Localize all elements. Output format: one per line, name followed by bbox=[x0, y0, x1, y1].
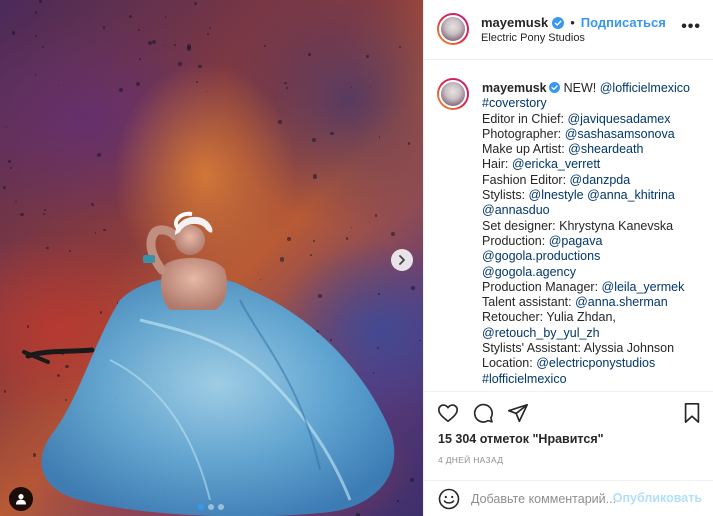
post-media[interactable] bbox=[0, 0, 423, 516]
post-actions: 15 304 отметок "Нравится" 4 дней назад bbox=[424, 391, 713, 465]
paper-plane-icon bbox=[508, 403, 528, 423]
post-comment-button[interactable]: Опубликовать bbox=[613, 491, 702, 505]
caption-text: mayemusk NEW! @lofficielmexico #coverstory… bbox=[482, 81, 707, 387]
post-side-panel: mayemusk • Подписаться Electric Pony Stu… bbox=[423, 0, 713, 516]
mention-link[interactable]: @anna_khitrina bbox=[587, 188, 675, 202]
comment-input[interactable] bbox=[471, 489, 619, 509]
caption-text-segment: Fashion Editor: bbox=[482, 172, 570, 187]
caption-text-segment: Location: bbox=[482, 356, 537, 371]
share-button[interactable] bbox=[506, 401, 530, 425]
likes-count[interactable]: 15 304 отметок "Нравится" bbox=[438, 432, 604, 446]
carousel-dot bbox=[218, 504, 224, 510]
carousel-dot bbox=[198, 504, 204, 510]
mention-link[interactable]: @ericka_verrett bbox=[512, 157, 600, 171]
caption-text-segment: Photographer: bbox=[482, 126, 565, 141]
caption-line: mayemusk NEW! @lofficielmexico bbox=[482, 81, 707, 96]
mention-link[interactable]: @electricponystudios bbox=[536, 356, 655, 370]
mention-link[interactable]: @annasduo bbox=[482, 203, 550, 217]
caption-line: Talent assistant: @anna.sherman bbox=[482, 295, 707, 310]
caption-line: @annasduo bbox=[482, 203, 707, 218]
caption-text-segment: Make up Artist: bbox=[482, 142, 569, 157]
action-icons bbox=[424, 392, 713, 432]
mention-link[interactable]: @gogola.agency bbox=[482, 265, 576, 279]
caption-section: mayemusk NEW! @lofficielmexico #coverstory… bbox=[424, 60, 713, 390]
mention-link[interactable]: @gogola.productions bbox=[482, 249, 600, 263]
user-tags-button[interactable] bbox=[9, 487, 33, 511]
caption-line: Editor in Chief: @javiquesadamex bbox=[482, 112, 707, 127]
carousel-indicator bbox=[198, 504, 224, 510]
caption-text-segment: Production: bbox=[482, 233, 549, 248]
mention-link[interactable]: @pagava bbox=[549, 234, 603, 248]
post-photo bbox=[22, 211, 395, 516]
header-user-row: mayemusk • Подписаться bbox=[481, 15, 666, 30]
location-link[interactable]: Electric Pony Studios bbox=[481, 32, 585, 44]
post-timestamp[interactable]: 4 дней назад bbox=[438, 455, 503, 465]
mention-link[interactable]: @lnestyle bbox=[529, 188, 584, 202]
carousel-dot bbox=[208, 504, 214, 510]
next-slide-button[interactable] bbox=[391, 249, 413, 271]
caption-line: @gogola.agency bbox=[482, 265, 707, 280]
heart-icon bbox=[438, 404, 458, 423]
caption-line: Fashion Editor: @danzpda bbox=[482, 173, 707, 188]
caption-line: @retouch_by_yul_zh bbox=[482, 326, 707, 341]
mention-link[interactable]: @leila_yermek bbox=[602, 280, 685, 294]
save-button[interactable] bbox=[680, 401, 704, 425]
caption-line: Make up Artist: @sheardeath bbox=[482, 142, 707, 157]
caption-text-segment: Set designer: Khrystyna Kanevska bbox=[482, 218, 674, 233]
mention-link[interactable]: @anna.sherman bbox=[575, 295, 668, 309]
caption-line: Stylists: @lnestyle @anna_khitrina bbox=[482, 188, 707, 203]
caption-line: Photographer: @sashasamsonova bbox=[482, 127, 707, 142]
caption-line: @gogola.productions bbox=[482, 249, 707, 264]
caption-line: Production Manager: @leila_yermek bbox=[482, 280, 707, 295]
caption-line: Stylists' Assistant: Alyssia Johnson bbox=[482, 341, 707, 356]
caption-text-segment: NEW! bbox=[563, 81, 600, 95]
caption-text-segment: Retoucher: Yulia Zhdan, bbox=[482, 310, 616, 325]
caption-line: Location: @electricponystudios bbox=[482, 356, 707, 371]
caption-text-segment: Hair: bbox=[482, 157, 512, 172]
header-username[interactable]: mayemusk bbox=[481, 15, 548, 30]
caption-text-segment: Stylists: bbox=[482, 188, 529, 203]
like-button[interactable] bbox=[436, 401, 460, 425]
add-comment-bar: Опубликовать bbox=[424, 480, 713, 516]
bookmark-icon bbox=[684, 403, 700, 423]
caption-avatar[interactable] bbox=[437, 78, 469, 110]
more-options-button[interactable]: ••• bbox=[681, 19, 701, 35]
caption-line: Production: @pagava bbox=[482, 234, 707, 249]
verified-badge-icon bbox=[548, 82, 560, 93]
avatar[interactable] bbox=[437, 13, 469, 45]
mention-link[interactable]: @danzpda bbox=[570, 173, 631, 187]
caption-text-segment: Stylists' Assistant: Alyssia Johnson bbox=[482, 341, 675, 356]
hashtag-link[interactable]: #lofficielmexico bbox=[482, 372, 567, 386]
caption-username[interactable]: mayemusk bbox=[482, 81, 547, 95]
hashtag-link[interactable]: #coverstory bbox=[482, 96, 547, 110]
chevron-right-icon bbox=[399, 255, 405, 265]
caption-line: Hair: @ericka_verrett bbox=[482, 157, 707, 172]
comment-button[interactable] bbox=[471, 401, 495, 425]
header-separator: • bbox=[570, 15, 575, 30]
mention-link[interactable]: @lofficielmexico bbox=[600, 81, 690, 95]
post-header: mayemusk • Подписаться Electric Pony Stu… bbox=[424, 0, 713, 60]
caption-text-segment: Production Manager: bbox=[482, 279, 602, 294]
user-tag-icon bbox=[16, 494, 26, 505]
follow-button[interactable]: Подписаться bbox=[581, 15, 666, 30]
comment-icon bbox=[473, 403, 493, 423]
mention-link[interactable]: @retouch_by_yul_zh bbox=[482, 326, 600, 340]
verified-badge-icon bbox=[552, 16, 565, 29]
caption-text-segment: Talent assistant: bbox=[482, 295, 576, 310]
mention-link[interactable]: @sashasamsonova bbox=[565, 127, 675, 141]
caption-line: #lofficielmexico bbox=[482, 372, 707, 387]
caption-text-segment: Editor in Chief: bbox=[482, 111, 568, 126]
mention-link[interactable]: @javiquesadamex bbox=[567, 112, 670, 126]
mention-link[interactable]: @sheardeath bbox=[568, 142, 643, 156]
smiley-icon[interactable] bbox=[437, 487, 461, 511]
caption-line: #coverstory bbox=[482, 96, 707, 111]
caption-line: Set designer: Khrystyna Kanevska bbox=[482, 219, 707, 234]
caption-line: Retoucher: Yulia Zhdan, bbox=[482, 310, 707, 325]
